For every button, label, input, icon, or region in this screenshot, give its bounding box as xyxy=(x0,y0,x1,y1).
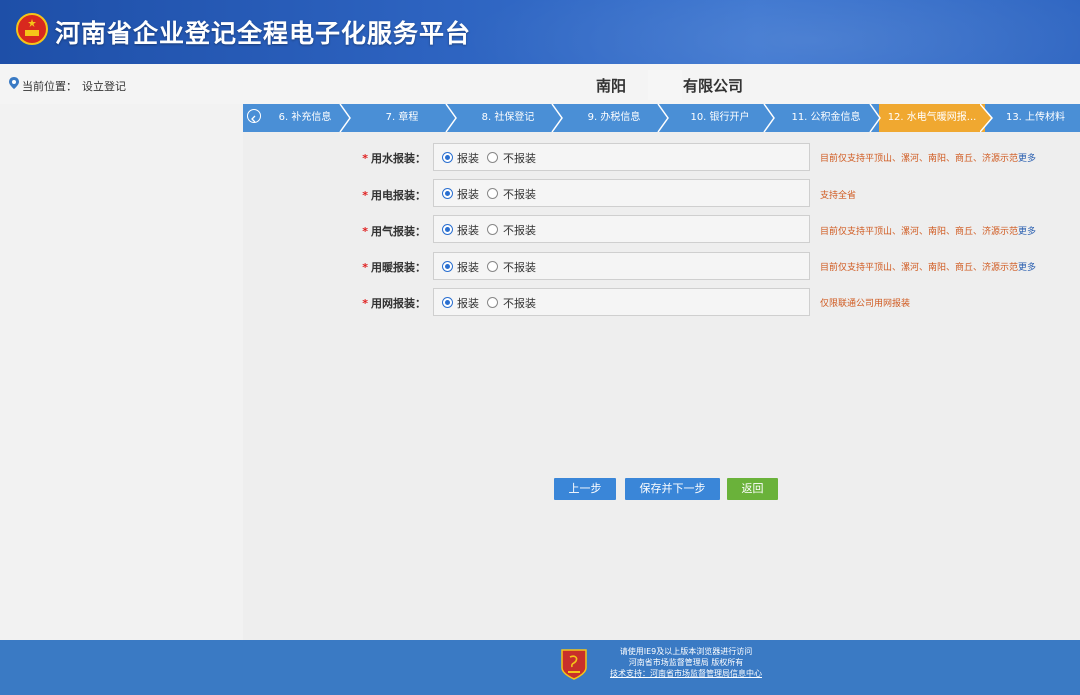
step-label: 13. 上传材料 xyxy=(1005,112,1066,123)
step-label: 9. 办税信息 xyxy=(587,112,641,123)
water-no-apply-radio[interactable] xyxy=(487,152,498,163)
location-label: 当前位置： xyxy=(22,80,77,93)
network-no-apply-radio[interactable] xyxy=(487,297,498,308)
note-text: 目前仅支持平顶山、漯河、南阳、商丘、济源示范 xyxy=(820,154,1019,164)
footer-copyright: 河南省市场监督管理局 版权所有 xyxy=(628,658,744,667)
required-mark: * xyxy=(362,261,368,274)
step-separator-icon xyxy=(339,104,351,132)
network-apply-radio[interactable] xyxy=(442,297,453,308)
step-separator-icon xyxy=(551,104,563,132)
radio-label: 不报装 xyxy=(503,297,536,310)
step-separator-icon xyxy=(980,104,993,132)
radio-label: 报装 xyxy=(457,152,479,165)
note-text: 支持全省 xyxy=(820,191,857,201)
water-note: 目前仅支持平顶山、漯河、南阳、商丘、济源示范更多 xyxy=(820,151,1036,164)
step-12-active[interactable]: 12. 水电气暖网报... xyxy=(879,104,985,132)
step-label: 10. 银行开户 xyxy=(690,112,750,123)
step-label: 7. 章程 xyxy=(385,112,419,123)
row-label-text: 用气报装： xyxy=(371,225,426,238)
step-11[interactable]: 11. 公积金信息 xyxy=(773,104,879,132)
heating-no-apply-radio[interactable] xyxy=(487,261,498,272)
step-10[interactable]: 10. 银行开户 xyxy=(667,104,773,132)
left-panel xyxy=(0,104,243,640)
national-emblem-icon xyxy=(16,13,48,45)
back-button[interactable]: 返回 xyxy=(727,478,778,500)
row-label-text: 用电报装： xyxy=(371,189,426,202)
more-link[interactable]: 更多 xyxy=(1018,263,1036,273)
market-supervision-logo-icon xyxy=(561,649,587,680)
step-6[interactable]: 6. 补充信息 xyxy=(261,104,349,132)
step-label: 12. 水电气暖网报... xyxy=(887,112,977,123)
step-separator-icon xyxy=(445,104,457,132)
footer-bar xyxy=(0,640,1080,695)
location-value: 设立登记 xyxy=(82,80,126,93)
required-mark: * xyxy=(362,189,368,202)
company-name-suffix: 有限公司 xyxy=(683,77,744,95)
row-label-text: 用水报装： xyxy=(371,152,426,165)
header-decoration xyxy=(460,0,1080,64)
gas-no-apply-radio[interactable] xyxy=(487,224,498,235)
gas-note: 目前仅支持平顶山、漯河、南阳、商丘、济源示范更多 xyxy=(820,224,1036,237)
row-label-text: 用网报装： xyxy=(371,297,426,310)
more-link[interactable]: 更多 xyxy=(1018,227,1036,237)
gas-options: 报装 不报装 xyxy=(433,215,810,243)
save-next-button[interactable]: 保存并下一步 xyxy=(625,478,720,500)
step-8[interactable]: 8. 社保登记 xyxy=(455,104,561,132)
gas-apply-radio[interactable] xyxy=(442,224,453,235)
note-text: 目前仅支持平顶山、漯河、南阳、商丘、济源示范 xyxy=(820,263,1019,273)
water-label: * 用水报装： xyxy=(336,150,426,166)
required-mark: * xyxy=(362,225,368,238)
prev-step-button[interactable]: 上一步 xyxy=(554,478,616,500)
step-7[interactable]: 7. 章程 xyxy=(349,104,455,132)
electricity-label: * 用电报装： xyxy=(336,187,426,203)
required-mark: * xyxy=(362,297,368,310)
gas-label: * 用气报装： xyxy=(336,223,426,239)
network-options: 报装 不报装 xyxy=(433,288,810,316)
network-note: 仅限联通公司用网报装 xyxy=(820,296,910,309)
required-mark: * xyxy=(362,152,368,165)
row-label-text: 用暖报装： xyxy=(371,261,426,274)
step-label: 11. 公积金信息 xyxy=(791,112,861,123)
note-text: 目前仅支持平顶山、漯河、南阳、商丘、济源示范 xyxy=(820,227,1019,237)
radio-label: 不报装 xyxy=(503,188,536,201)
note-text: 仅限联通公司用网报装 xyxy=(820,299,911,309)
step-label: 6. 补充信息 xyxy=(278,112,332,123)
step-separator-icon xyxy=(657,104,669,132)
more-link[interactable]: 更多 xyxy=(1018,154,1036,164)
electricity-apply-radio[interactable] xyxy=(442,188,453,199)
redacted-block xyxy=(648,70,682,100)
step-separator-icon xyxy=(869,104,881,132)
footer-tech-support-link[interactable]: 技术支持：河南省市场监督管理局信息中心 xyxy=(596,668,776,679)
radio-label: 报装 xyxy=(457,224,479,237)
location-pin-icon xyxy=(9,77,19,89)
radio-label: 不报装 xyxy=(503,152,536,165)
step-label: 8. 社保登记 xyxy=(481,112,535,123)
location-bar xyxy=(0,64,1080,105)
radio-label: 不报装 xyxy=(503,261,536,274)
heating-apply-radio[interactable] xyxy=(442,261,453,272)
step-13[interactable]: 13. 上传材料 xyxy=(991,104,1080,132)
step-navigation: 6. 补充信息 7. 章程 8. 社保登记 9. 办税信息 10. 银行开户 1… xyxy=(243,104,1080,132)
heating-options: 报装 不报装 xyxy=(433,252,810,280)
electricity-options: 报装 不报装 xyxy=(433,179,810,207)
water-apply-radio[interactable] xyxy=(442,152,453,163)
radio-label: 报装 xyxy=(457,188,479,201)
step-separator-icon xyxy=(763,104,775,132)
electricity-no-apply-radio[interactable] xyxy=(487,188,498,199)
steps-prev-arrow-icon[interactable] xyxy=(247,109,261,123)
heating-note: 目前仅支持平顶山、漯河、南阳、商丘、济源示范更多 xyxy=(820,260,1036,273)
water-options: 报装 不报装 xyxy=(433,143,810,171)
radio-label: 报装 xyxy=(457,297,479,310)
page-title: 河南省企业登记全程电子化服务平台 xyxy=(55,19,472,48)
electricity-note: 支持全省 xyxy=(820,188,856,201)
radio-label: 报装 xyxy=(457,261,479,274)
network-label: * 用网报装： xyxy=(336,295,426,311)
step-9[interactable]: 9. 办税信息 xyxy=(561,104,667,132)
radio-label: 不报装 xyxy=(503,224,536,237)
footer-browser-notice: 请使用IE9及以上版本浏览器进行访问 xyxy=(619,647,753,656)
company-name-prefix: 南阳 xyxy=(596,77,627,95)
heating-label: * 用暖报装： xyxy=(336,259,426,275)
